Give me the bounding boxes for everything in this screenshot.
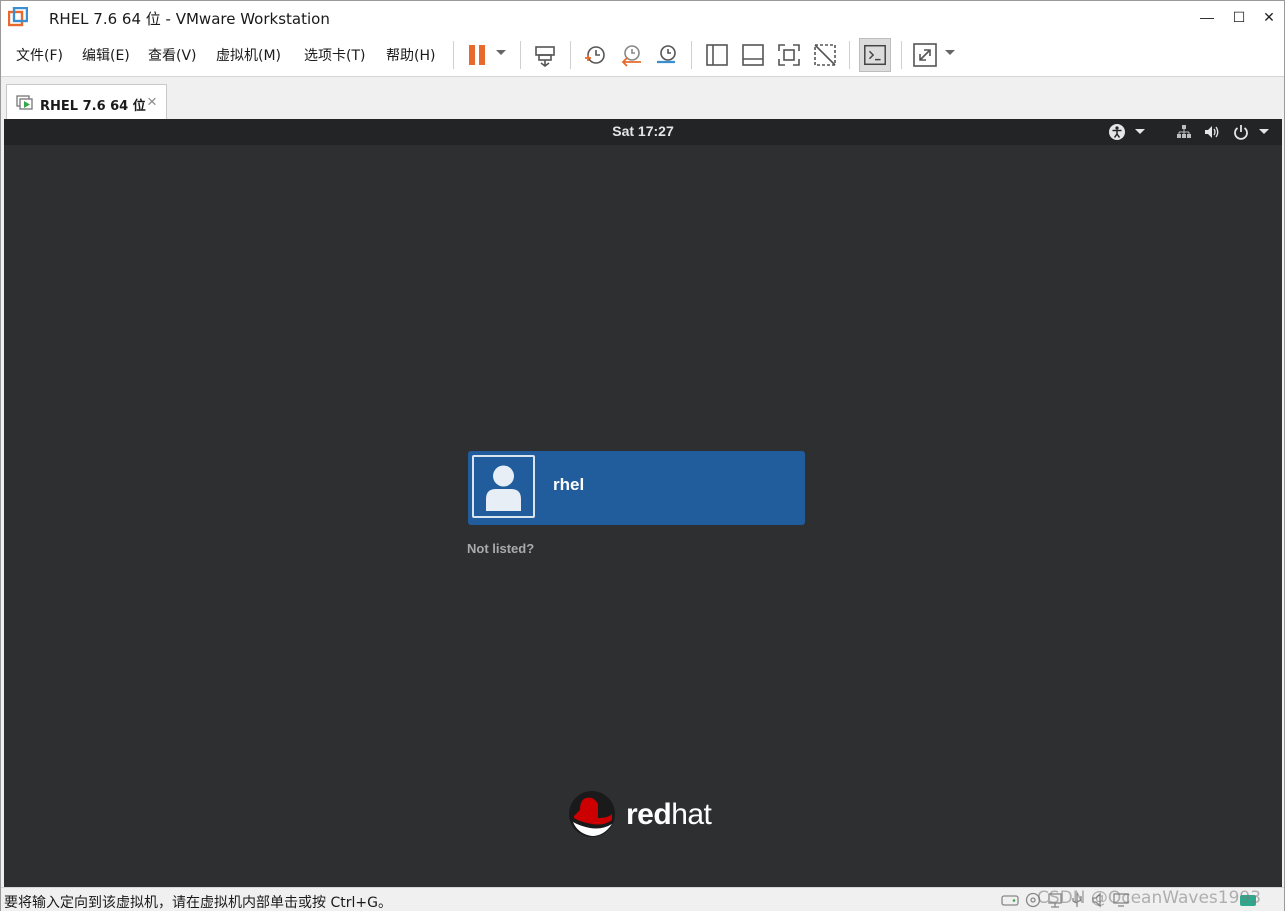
tab-label: RHEL 7.6 64 位: [40, 99, 146, 114]
power-icon[interactable]: [1232, 123, 1250, 141]
tab-rhel[interactable]: RHEL 7.6 64 位 ×: [6, 84, 167, 119]
volume-icon[interactable]: [1203, 123, 1221, 141]
close-window-button[interactable]: ✕: [1253, 1, 1285, 33]
toolbar-divider: [520, 41, 521, 69]
avatar: [472, 455, 535, 518]
unity-icon[interactable]: [811, 41, 839, 69]
system-menu-caret[interactable]: [1259, 129, 1269, 134]
toolbar-divider: [570, 41, 571, 69]
snapshot-revert-icon[interactable]: [617, 41, 645, 69]
guest-display[interactable]: Sat 17:27 rhel Not listed? redhat: [4, 119, 1282, 887]
network-icon[interactable]: [1176, 123, 1192, 141]
pause-icon[interactable]: [463, 41, 491, 69]
send-ctrl-alt-del-icon[interactable]: [531, 41, 559, 69]
toolbar-divider: [849, 41, 850, 69]
snapshot-manager-icon[interactable]: [653, 41, 681, 69]
accessibility-icon[interactable]: [1108, 123, 1126, 141]
vm-tab-strip: RHEL 7.6 64 位 ×: [1, 78, 1284, 119]
maximize-button[interactable]: ☐: [1223, 1, 1255, 33]
title-bar: RHEL 7.6 64 位 - VMware Workstation — ☐ ✕: [1, 1, 1284, 33]
console-view-icon: [864, 44, 886, 66]
redhat-shadowman-icon: [569, 791, 615, 837]
vmware-app-icon: [8, 7, 28, 27]
menu-tabs[interactable]: 选项卡(T): [304, 45, 365, 65]
console-view-button[interactable]: [859, 38, 891, 72]
toolbar-divider: [691, 41, 692, 69]
not-listed-link[interactable]: Not listed?: [467, 541, 534, 556]
vm-running-icon: [16, 95, 33, 110]
watermark: CSDN @OceanWaves1993: [1037, 888, 1262, 908]
toolbar-divider: [453, 41, 454, 69]
status-message: 要将输入定向到该虚拟机，请在虚拟机内部单击或按 Ctrl+G。: [4, 895, 392, 911]
minimize-button[interactable]: —: [1191, 1, 1223, 33]
logo-word-red: red: [626, 798, 672, 831]
gnome-top-bar: Sat 17:27: [4, 119, 1282, 145]
status-bar: 要将输入定向到该虚拟机，请在虚拟机内部单击或按 Ctrl+G。 CSDN @Oc…: [1, 887, 1284, 911]
stretch-guest-icon[interactable]: [911, 41, 939, 69]
redhat-logo: redhat: [568, 790, 728, 840]
menu-vm[interactable]: 虚拟机(M): [216, 45, 281, 65]
menu-help[interactable]: 帮助(H): [386, 45, 435, 65]
vmware-window: RHEL 7.6 64 位 - VMware Workstation — ☐ ✕…: [0, 0, 1285, 911]
stretch-dropdown-caret[interactable]: [945, 50, 955, 55]
thumbnail-view-icon[interactable]: [739, 41, 767, 69]
power-dropdown-caret[interactable]: [496, 50, 506, 55]
username-label: rhel: [553, 475, 585, 494]
tab-close-button[interactable]: ×: [147, 92, 157, 112]
user-list-item-rhel[interactable]: rhel: [468, 451, 805, 525]
accessibility-dropdown-caret[interactable]: [1135, 129, 1145, 134]
logo-word-hat: hat: [671, 798, 712, 831]
window-title: RHEL 7.6 64 位 - VMware Workstation: [49, 10, 330, 28]
hard-disk-icon[interactable]: [1001, 892, 1019, 908]
menu-edit[interactable]: 编辑(E): [82, 45, 130, 65]
library-view-icon[interactable]: [703, 41, 731, 69]
toolbar-divider: [901, 41, 902, 69]
menu-view[interactable]: 查看(V): [148, 45, 197, 65]
snapshot-take-icon[interactable]: [581, 41, 609, 69]
fullscreen-icon[interactable]: [775, 41, 803, 69]
redhat-wordmark: redhat: [626, 798, 712, 832]
user-avatar-icon: [486, 465, 521, 511]
menu-file[interactable]: 文件(F): [16, 45, 63, 65]
clock[interactable]: Sat 17:27: [4, 123, 1282, 139]
menu-toolbar: 文件(F) 编辑(E) 查看(V) 虚拟机(M) 选项卡(T) 帮助(H): [1, 33, 1284, 77]
